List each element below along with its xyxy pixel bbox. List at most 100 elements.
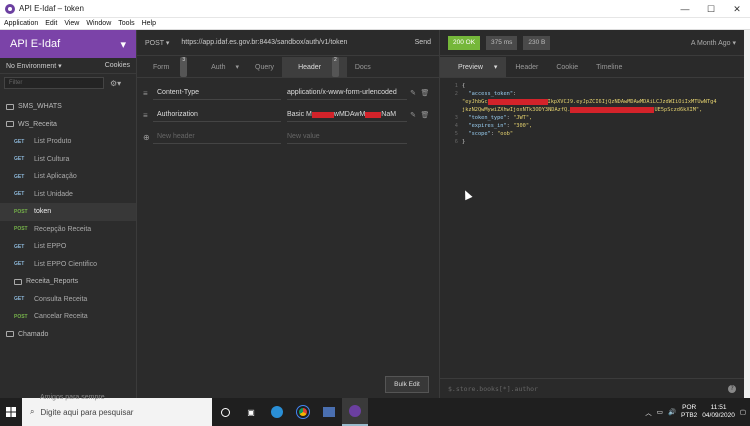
tab-header[interactable]: Header 2 bbox=[282, 57, 347, 77]
code-text: : bbox=[513, 91, 517, 97]
code-line: 2 "access_token": bbox=[444, 90, 740, 98]
volume-icon[interactable]: 🔊 bbox=[668, 408, 676, 416]
workspace-name: API E-Idaf bbox=[10, 38, 61, 50]
scrollbar[interactable] bbox=[744, 30, 750, 398]
trash-icon[interactable]: 🗑 bbox=[419, 111, 431, 119]
tab-timeline[interactable]: Timeline bbox=[587, 57, 631, 77]
response-filter-input[interactable]: $.store.books[*].author bbox=[448, 385, 538, 393]
task-view-icon[interactable]: ▣ bbox=[238, 398, 264, 426]
network-icon[interactable]: ▭ bbox=[657, 408, 663, 416]
notification-icon[interactable]: ▢ bbox=[740, 408, 746, 416]
sidebar-request[interactable]: GET List Aplicação bbox=[0, 168, 136, 186]
tab-response-header[interactable]: Header bbox=[506, 57, 547, 77]
bulk-edit-button[interactable]: Bulk Edit bbox=[385, 376, 429, 393]
minimize-button[interactable]: — bbox=[672, 0, 698, 18]
menu-help[interactable]: Help bbox=[142, 20, 156, 27]
windows-start-icon[interactable] bbox=[0, 398, 22, 426]
tab-auth[interactable]: Auth ▾ bbox=[195, 57, 247, 77]
sidebar-filter-input[interactable]: Filter bbox=[4, 77, 104, 89]
sidebar-request[interactable]: GET List Unidade bbox=[0, 186, 136, 204]
request-tabs: Form 3 Auth ▾ Query Header 2 Docs bbox=[137, 56, 439, 78]
drag-handle-icon[interactable]: ≡ bbox=[143, 111, 153, 120]
trash-icon[interactable]: 🗑 bbox=[419, 89, 431, 97]
header-key-input[interactable]: Authorization bbox=[153, 108, 281, 122]
tab-auth-label: Auth bbox=[211, 63, 226, 71]
sidebar-tree: SMS_WHATS WS_Receita GET List Produto GET Lis… bbox=[0, 98, 136, 343]
menu-tools[interactable]: Tools bbox=[118, 20, 134, 27]
cortana-icon[interactable] bbox=[212, 398, 238, 426]
sidebar-item-label: token bbox=[34, 208, 52, 216]
chevron-up-icon[interactable]: ︿ bbox=[645, 407, 652, 417]
code-line: 4 "expires_in": "300", bbox=[444, 122, 740, 130]
sidebar-folder[interactable]: Receita_Reports bbox=[0, 273, 136, 291]
taskbar-search[interactable]: ⌕ Digite aqui para pesquisar bbox=[22, 398, 212, 426]
clock[interactable]: 11:51 04/09/2020 bbox=[702, 404, 735, 420]
sidebar-request[interactable]: GET Consulta Receita bbox=[0, 291, 136, 309]
method-tag: POST bbox=[14, 226, 28, 233]
add-gear-icon[interactable]: ⚙▾ bbox=[110, 79, 121, 88]
send-button[interactable]: Send bbox=[415, 39, 431, 46]
header-value-input[interactable]: Basic M wMDAwM NaM bbox=[287, 108, 407, 122]
workspace-switcher[interactable]: API E-Idaf ▾ bbox=[0, 30, 136, 58]
language-indicator[interactable]: POR PTB2 bbox=[681, 404, 697, 420]
tab-preview[interactable]: Preview ▾ bbox=[440, 57, 507, 77]
sidebar-request[interactable]: GET List Produto bbox=[0, 133, 136, 151]
app-icon[interactable] bbox=[316, 398, 342, 426]
help-icon[interactable]: ? bbox=[728, 384, 736, 393]
header-value-input[interactable]: application/x-www-form-urlencoded bbox=[287, 86, 407, 100]
method-selector[interactable]: POST ▾ bbox=[145, 39, 169, 47]
maximize-button[interactable]: ☐ bbox=[698, 0, 724, 18]
sidebar-request[interactable]: POST Cancelar Receita bbox=[0, 308, 136, 326]
search-icon: ⌕ bbox=[30, 407, 35, 416]
token-part: jkzN2QwMywiZXhwIjoxNTk3ODY3NDAzfQ. bbox=[462, 107, 571, 113]
menu-edit[interactable]: Edit bbox=[45, 20, 57, 27]
add-icon[interactable]: ⊕ bbox=[143, 133, 153, 142]
edit-icon[interactable]: ✎ bbox=[407, 89, 419, 97]
sidebar: API E-Idaf ▾ No Environment ▾ Cookies Fi… bbox=[0, 30, 137, 398]
insomnia-taskbar-icon[interactable] bbox=[342, 398, 368, 426]
sidebar-folder[interactable]: SMS_WHATS bbox=[0, 98, 136, 116]
sidebar-item-label: Receita_Reports bbox=[26, 278, 79, 286]
tab-query[interactable]: Query bbox=[247, 57, 282, 77]
notification-snippet: Amigos para sempre bbox=[40, 394, 105, 401]
sidebar-folder[interactable]: Chamado bbox=[0, 326, 136, 344]
folder-icon bbox=[6, 121, 14, 128]
url-input[interactable]: https://app.idaf.es.gov.br:8443/sandbox/… bbox=[181, 39, 414, 46]
sidebar-request[interactable]: GET List EPPO bbox=[0, 238, 136, 256]
insomnia-app-icon bbox=[5, 3, 15, 14]
chrome-icon[interactable] bbox=[290, 398, 316, 426]
edge-icon[interactable] bbox=[264, 398, 290, 426]
app-window: API E-Idaf ▾ No Environment ▾ Cookies Fi… bbox=[0, 30, 744, 398]
drag-handle-icon[interactable]: ≡ bbox=[143, 89, 153, 98]
url-bar: POST ▾ https://app.idaf.es.gov.br:8443/s… bbox=[137, 30, 439, 56]
edit-icon[interactable]: ✎ bbox=[407, 111, 419, 119]
menu-view[interactable]: View bbox=[64, 20, 79, 27]
line-number: 1 bbox=[454, 83, 458, 89]
sidebar-folder[interactable]: WS_Receita bbox=[0, 116, 136, 134]
close-button[interactable]: ✕ bbox=[724, 0, 750, 18]
redaction-mark bbox=[570, 106, 655, 113]
history-selector[interactable]: A Month Ago ▾ bbox=[691, 39, 736, 47]
environment-selector[interactable]: No Environment ▾ bbox=[6, 62, 62, 70]
system-tray: ︿ ▭ 🔊 POR PTB2 11:51 04/09/2020 ▢ bbox=[645, 398, 746, 426]
tab-docs[interactable]: Docs bbox=[347, 57, 379, 77]
cookies-button[interactable]: Cookies bbox=[105, 62, 130, 69]
sidebar-request[interactable]: GET List Cultura bbox=[0, 151, 136, 169]
redaction-mark bbox=[487, 98, 548, 105]
header-key-input[interactable]: Content-Type bbox=[153, 86, 281, 100]
tab-form[interactable]: Form 3 bbox=[137, 57, 195, 77]
new-header-input[interactable]: New header bbox=[153, 130, 281, 144]
sidebar-item-label: List Cultura bbox=[34, 155, 70, 163]
sidebar-request[interactable]: GET List EPPO Cientifico bbox=[0, 256, 136, 274]
menu-window[interactable]: Window bbox=[86, 20, 111, 27]
method-tag: GET bbox=[14, 173, 25, 180]
response-panel: 200 OK 375 ms 230 B A Month Ago ▾ Previe… bbox=[440, 30, 744, 398]
menu-application[interactable]: Application bbox=[4, 20, 38, 27]
tab-cookie[interactable]: Cookie bbox=[547, 57, 587, 77]
method-tag: GET bbox=[14, 261, 25, 268]
sidebar-request[interactable]: POST Recepção Receita bbox=[0, 221, 136, 239]
new-value-input[interactable]: New value bbox=[287, 130, 407, 144]
response-filter-bar: $.store.books[*].author ? bbox=[440, 378, 744, 398]
auth-value-mid: wMDAwM bbox=[333, 111, 366, 118]
sidebar-request[interactable]: POST token bbox=[0, 203, 136, 221]
